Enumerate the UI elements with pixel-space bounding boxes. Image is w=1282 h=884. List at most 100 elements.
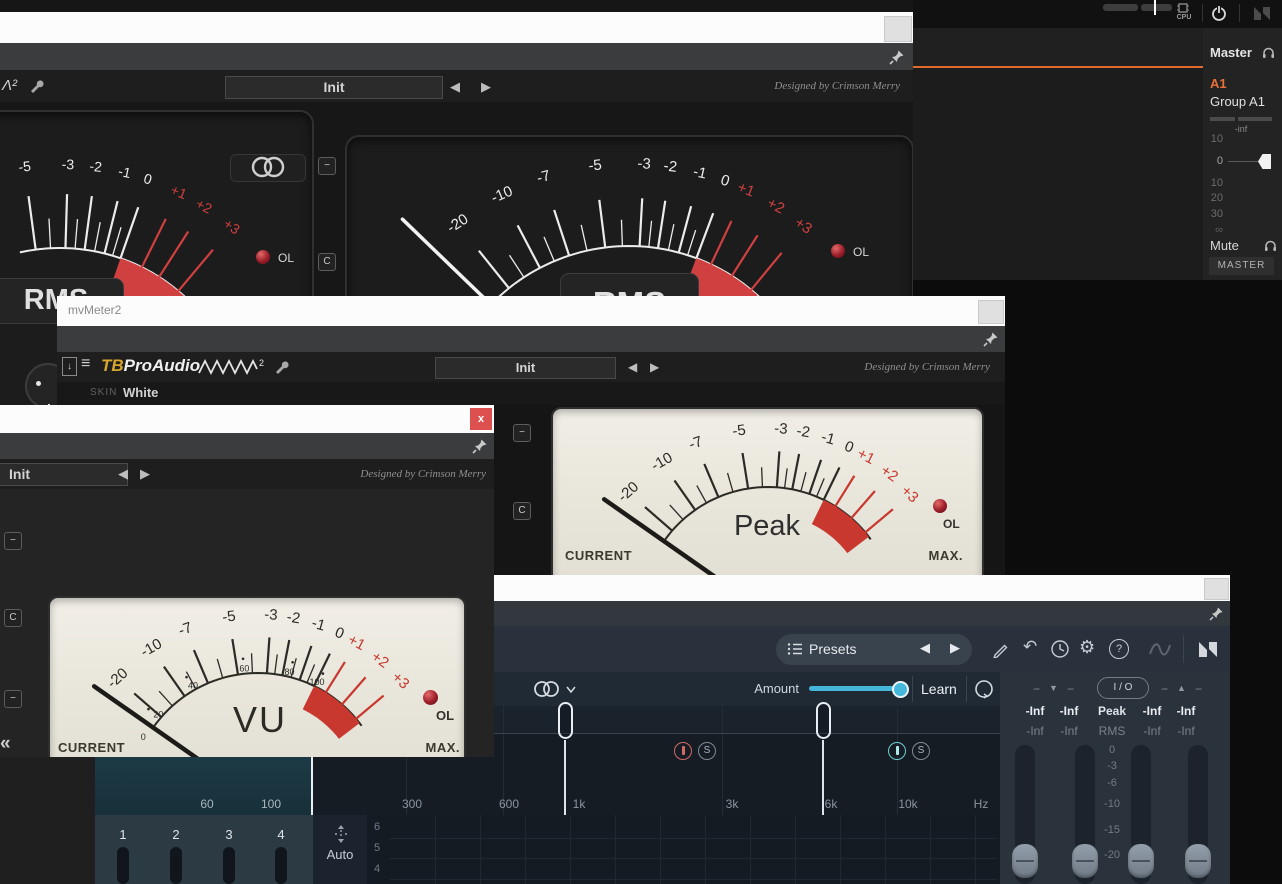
band-fader-slot[interactable]	[117, 847, 129, 884]
input-fader-handle-r[interactable]	[1072, 844, 1098, 878]
clear-button[interactable]: C	[513, 502, 531, 520]
preset-prev-arrow[interactable]: ◀	[450, 80, 460, 94]
mvm2-logo-icon: 2	[197, 357, 267, 377]
stereo-circles-icon[interactable]	[532, 680, 564, 698]
menu-icon[interactable]: ≡	[81, 355, 90, 373]
preset-next-arrow[interactable]: ▶	[650, 360, 659, 374]
io-button[interactable]: I / O	[1097, 677, 1149, 699]
chevron-down-icon[interactable]	[566, 686, 576, 693]
master-route-button[interactable]: MASTER	[1209, 257, 1274, 275]
preset-next-arrow[interactable]: ▶	[481, 80, 491, 94]
band-solo-button[interactable]: S	[912, 742, 930, 760]
eq-band-handle-2[interactable]	[816, 702, 831, 739]
skin-value[interactable]: White	[123, 385, 158, 400]
output-fader-handle-l[interactable]	[1128, 844, 1154, 878]
fader-handle[interactable]	[1258, 154, 1271, 169]
freq-unit-label: Hz	[974, 797, 989, 811]
wrench-icon[interactable]	[28, 78, 46, 94]
cpu-slider-track-left[interactable]	[1103, 4, 1138, 11]
band-number-2[interactable]: 2	[169, 827, 183, 842]
presets-button[interactable]: Presets	[776, 634, 972, 665]
history-icon[interactable]	[1050, 639, 1070, 659]
overload-led[interactable]	[423, 690, 438, 705]
titlebar-button[interactable]	[978, 300, 1004, 324]
input-gain-triangle-icon[interactable]: ▼	[1049, 683, 1058, 693]
preset-next-arrow[interactable]: ▶	[950, 640, 960, 656]
overload-led[interactable]	[256, 250, 270, 264]
input-gain-minus[interactable]: −	[1033, 682, 1040, 696]
cpu-slider-handle[interactable]	[1154, 0, 1156, 15]
channel-id[interactable]: A1	[1210, 76, 1227, 91]
preset-field[interactable]: Init	[225, 76, 443, 99]
wrench-icon[interactable]	[273, 359, 291, 375]
pin-strip	[0, 433, 494, 459]
collapse-button[interactable]: −	[4, 690, 22, 708]
window-titlebar[interactable]: mvMeter2	[57, 296, 1005, 327]
overload-led[interactable]	[831, 244, 845, 258]
window-titlebar[interactable]: x	[0, 405, 494, 434]
channel-name[interactable]: Group A1	[1210, 94, 1265, 109]
auto-button[interactable]: Auto	[313, 847, 367, 862]
ni-wave-icon[interactable]	[1147, 638, 1173, 660]
help-icon[interactable]: ?	[1109, 639, 1129, 659]
close-button[interactable]: x	[470, 408, 492, 430]
output-fader-handle-r[interactable]	[1185, 844, 1211, 878]
pin-icon[interactable]	[983, 331, 999, 347]
band-number-4[interactable]: 4	[274, 827, 288, 842]
learn-button[interactable]: Learn	[921, 681, 957, 697]
overload-led[interactable]	[933, 499, 947, 513]
auto-section: Auto	[313, 815, 367, 884]
preset-field[interactable]: Init	[0, 463, 128, 486]
preset-prev-arrow[interactable]: ◀	[920, 640, 930, 656]
titlebar-button[interactable]	[884, 16, 912, 42]
plugin-header: Λ² Init ◀ ▶ Designed by Crimson Merry	[0, 70, 913, 102]
clear-button[interactable]: C	[318, 253, 336, 271]
download-icon[interactable]: ↓	[62, 357, 77, 376]
master-tab[interactable]: Master	[1210, 45, 1252, 60]
preset-prev-arrow[interactable]: ◀	[628, 360, 637, 374]
input-fader-handle-l[interactable]	[1012, 844, 1038, 878]
amount-slider-handle[interactable]	[892, 681, 909, 698]
band-fader-slot[interactable]	[223, 847, 235, 884]
collapse-button[interactable]: −	[318, 157, 336, 175]
pin-icon[interactable]	[889, 49, 905, 65]
input-gain-minus[interactable]: −	[1067, 682, 1074, 696]
power-icon[interactable]	[1210, 4, 1228, 22]
eq-band-handle-1[interactable]	[558, 702, 573, 739]
svg-text:-5: -5	[588, 156, 603, 174]
svg-text:0: 0	[842, 438, 856, 457]
window-titlebar[interactable]	[0, 12, 913, 44]
mute-button[interactable]: Mute	[1210, 238, 1239, 253]
band-number-1[interactable]: 1	[116, 827, 130, 842]
output-gain-minus[interactable]: −	[1195, 682, 1202, 696]
band-solo-button[interactable]: S	[698, 742, 716, 760]
titlebar-button[interactable]	[1204, 578, 1229, 600]
preset-field[interactable]: Init	[435, 357, 616, 379]
preset-next-arrow[interactable]: ▶	[140, 467, 150, 481]
output-gain-triangle-icon[interactable]: ▲	[1177, 683, 1186, 693]
pin-icon[interactable]	[1209, 606, 1224, 621]
gain-scale-6: 6	[374, 821, 380, 833]
undo-icon[interactable]: ↶	[1023, 637, 1037, 657]
clear-button[interactable]: C	[4, 609, 22, 627]
shrink-button[interactable]: «	[0, 733, 11, 755]
pencil-icon[interactable]	[993, 640, 1011, 658]
headphones-icon[interactable]	[1263, 238, 1278, 252]
band-power-button[interactable]	[888, 742, 906, 760]
output-gain-minus[interactable]: −	[1161, 682, 1168, 696]
overload-label: OL	[278, 251, 294, 265]
stereo-link-button[interactable]	[230, 154, 306, 182]
band-number-3[interactable]: 3	[222, 827, 236, 842]
headphones-icon[interactable]	[1261, 45, 1276, 59]
gear-icon[interactable]: ⚙	[1079, 637, 1095, 658]
preset-prev-arrow[interactable]: ◀	[118, 467, 128, 481]
collapse-button[interactable]: −	[4, 532, 22, 550]
band-power-button[interactable]	[674, 742, 692, 760]
loop-icon[interactable]	[972, 677, 996, 701]
cpu-slider-track-right[interactable]	[1141, 4, 1172, 11]
band-fader-slot[interactable]	[275, 847, 287, 884]
band-fader-slot[interactable]	[170, 847, 182, 884]
rms-value-out-l: -Inf	[1143, 724, 1160, 738]
collapse-button[interactable]: −	[513, 424, 531, 442]
pin-icon[interactable]	[472, 438, 488, 454]
